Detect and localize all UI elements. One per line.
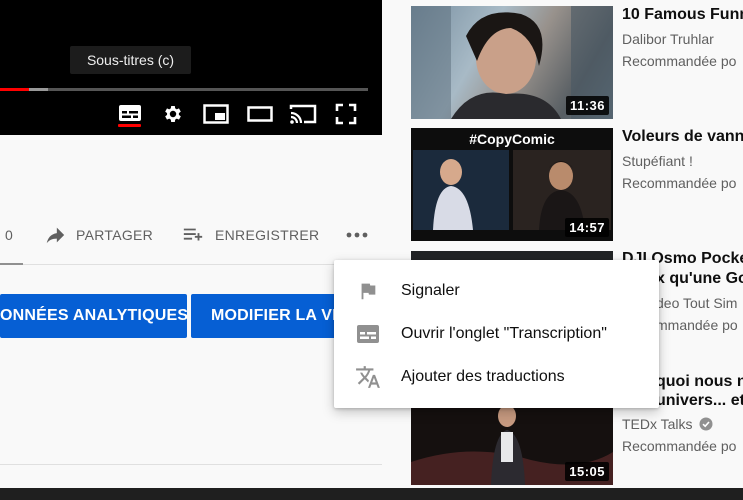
miniplayer-button[interactable] (201, 100, 231, 128)
fullscreen-icon (335, 103, 357, 125)
share-icon (46, 227, 65, 244)
save-label: ENREGISTRER (215, 227, 320, 243)
video-player[interactable]: Sous-titres (c) (0, 0, 382, 135)
video-status: Recommandée po (622, 53, 737, 69)
playlist-add-icon (183, 228, 203, 241)
analytics-label: ONNÉES ANALYTIQUES (0, 307, 187, 324)
menu-item-add-translations[interactable]: Ajouter des traductions (334, 355, 659, 398)
verified-icon (699, 417, 713, 431)
subtitles-active-indicator (118, 124, 141, 127)
progress-bar[interactable] (0, 88, 368, 91)
progress-played (0, 88, 30, 91)
menu-item-transcript[interactable]: Ouvrir l'onglet "Transcription" (334, 312, 659, 355)
more-actions-button[interactable] (344, 215, 370, 255)
edit-video-button[interactable]: MODIFIER LA VI (191, 294, 341, 338)
video-title[interactable]: 10 Famous Funn (622, 6, 743, 24)
video-channel[interactable]: TEDx Talks (622, 416, 713, 432)
video-title[interactable]: quoi nous n (656, 373, 743, 391)
miniplayer-icon (203, 104, 229, 124)
video-status: Recommandée po (622, 175, 737, 191)
video-title-line2[interactable]: x qu'une Go (656, 270, 743, 288)
edit-video-label: MODIFIER LA VI (211, 307, 337, 324)
video-status: mmandée po (656, 317, 738, 333)
fullscreen-button[interactable] (331, 100, 361, 128)
video-channel[interactable]: deo Tout Sim (656, 295, 737, 311)
subtitles-tooltip: Sous-titres (c) (70, 46, 191, 74)
settings-button[interactable] (158, 100, 188, 128)
video-status: Recommandée po (622, 438, 737, 454)
more-actions-menu: Signaler Ouvrir l'onglet "Transcription"… (334, 260, 659, 408)
menu-item-label: Signaler (401, 281, 460, 299)
theater-mode-button[interactable] (245, 100, 275, 128)
video-duration: 11:36 (565, 96, 609, 115)
video-title-line2[interactable]: univers... et (656, 392, 743, 410)
share-button[interactable]: PARTAGER (44, 215, 153, 255)
video-channel[interactable]: Dalibor Truhlar (622, 31, 714, 47)
like-count[interactable]: 0 (5, 215, 13, 255)
video-thumbnail[interactable]: 11:36 (411, 6, 613, 119)
channel-name: TEDx Talks (622, 416, 693, 432)
video-duration: 14:57 (565, 218, 609, 237)
theater-mode-icon (247, 106, 273, 122)
video-duration: 15:05 (565, 462, 609, 481)
video-title[interactable]: Voleurs de vann (622, 128, 743, 146)
menu-item-report[interactable]: Signaler (334, 269, 659, 312)
thumbnail-text: #CopyComic (469, 131, 555, 147)
share-label: PARTAGER (76, 227, 154, 243)
flag-icon (354, 277, 382, 305)
subtitles-icon (119, 105, 141, 121)
cast-icon (289, 104, 317, 124)
like-count-label: 0 (5, 227, 14, 243)
more-horiz-icon (346, 232, 368, 238)
translate-icon (354, 363, 382, 391)
video-channel[interactable]: Stupéfiant ! (622, 153, 693, 169)
cast-button[interactable] (288, 100, 318, 128)
like-sentiment-bar (0, 263, 23, 265)
menu-item-label: Ouvrir l'onglet "Transcription" (401, 324, 607, 342)
menu-item-label: Ajouter des traductions (401, 367, 565, 385)
os-taskbar (0, 488, 743, 500)
transcript-icon (354, 320, 382, 348)
divider (0, 464, 382, 465)
save-button[interactable]: ENREGISTRER (181, 215, 319, 255)
settings-icon (165, 106, 181, 122)
video-actions-bar: 0 PARTAGER ENREGISTRER (0, 215, 382, 265)
analytics-button[interactable]: ONNÉES ANALYTIQUES (0, 294, 187, 338)
video-thumbnail[interactable]: #CopyComic 14:57 (411, 128, 613, 241)
